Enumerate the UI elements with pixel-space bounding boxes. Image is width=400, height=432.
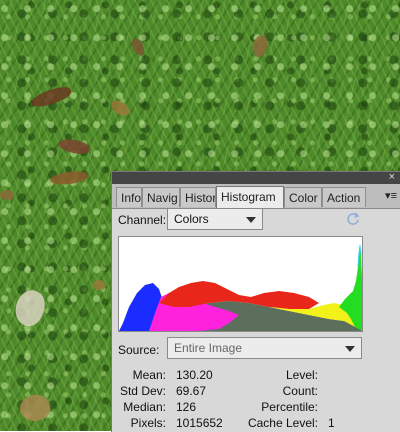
channel-select[interactable]: Colors xyxy=(167,208,263,230)
tab-info[interactable]: Info xyxy=(116,187,142,207)
percentile-label: Percentile: xyxy=(261,400,318,414)
tab-navigator[interactable]: Navig xyxy=(142,187,180,207)
level-label: Level: xyxy=(285,368,318,382)
leaf xyxy=(0,190,14,200)
panel-titlebar[interactable]: × xyxy=(112,170,400,184)
channel-label: Channel: xyxy=(118,213,167,227)
histogram-panel: × Info Navig Histor Histogram Color Acti… xyxy=(111,171,400,432)
panel-menu-icon[interactable]: ▾≡ xyxy=(385,190,397,202)
pixels-value: 1015652 xyxy=(176,416,223,430)
tab-history[interactable]: Histor xyxy=(180,187,216,207)
mean-label: Mean: xyxy=(132,368,166,382)
median-value: 126 xyxy=(176,400,197,414)
panel-tabs: Info Navig Histor Histogram Color Action… xyxy=(112,184,400,209)
source-label: Source: xyxy=(118,343,160,357)
histogram-chart xyxy=(118,236,363,332)
std-dev-value: 69.67 xyxy=(176,384,207,398)
tab-actions[interactable]: Action xyxy=(322,187,366,207)
std-dev-label: Std Dev: xyxy=(119,384,166,398)
tab-histogram[interactable]: Histogram xyxy=(216,186,284,208)
count-label: Count: xyxy=(282,384,318,398)
histogram-svg xyxy=(119,244,362,331)
source-select[interactable]: Entire Image xyxy=(167,337,362,359)
cache-level-value: 1 xyxy=(328,416,335,430)
chevron-down-icon xyxy=(246,217,256,223)
source-value: Entire Image xyxy=(174,341,243,355)
tab-color[interactable]: Color xyxy=(284,187,322,207)
pixels-label: Pixels: xyxy=(130,416,166,430)
median-label: Median: xyxy=(123,400,166,414)
cache-level-label: Cache Level: xyxy=(247,416,318,430)
mean-value: 130.20 xyxy=(176,368,213,382)
leaf xyxy=(93,280,105,290)
close-icon[interactable]: × xyxy=(389,170,395,184)
channel-value: Colors xyxy=(174,212,209,226)
chevron-down-icon xyxy=(345,346,355,352)
refresh-icon[interactable] xyxy=(346,212,360,226)
